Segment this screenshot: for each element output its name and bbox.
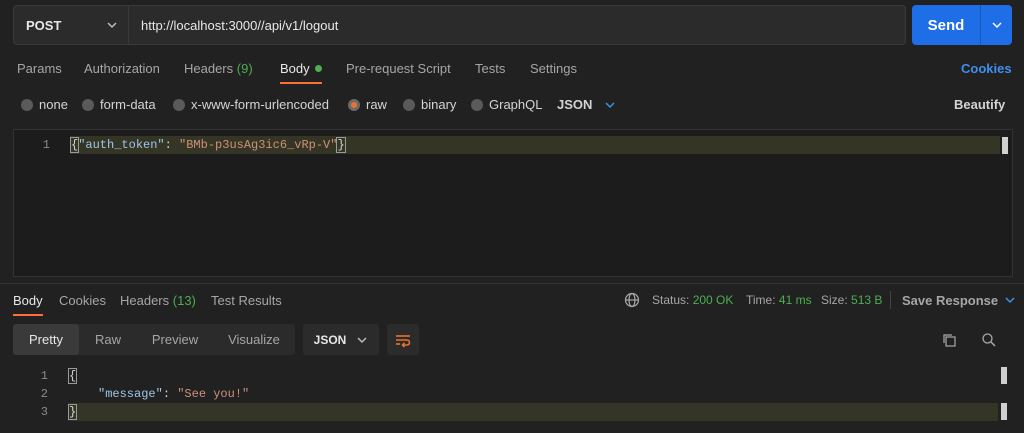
radio-urlencoded[interactable]: x-www-form-urlencoded (173, 97, 329, 112)
response-tab-test-results[interactable]: Test Results (211, 293, 282, 308)
radio-none[interactable]: none (21, 97, 68, 112)
cookies-link[interactable]: Cookies (961, 61, 1012, 76)
radio-raw[interactable]: raw (348, 97, 387, 112)
view-preview[interactable]: Preview (137, 324, 213, 355)
view-raw[interactable]: Raw (79, 324, 137, 355)
section-divider (0, 283, 1024, 284)
url-input[interactable]: http://localhost:3000//api/v1/logout (129, 5, 906, 45)
globe-icon[interactable] (624, 292, 640, 308)
line-number: 3 (40, 405, 48, 419)
radio-indicator-selected (348, 98, 360, 111)
json-close-brace: } (67, 404, 78, 420)
active-response-tab-underline (13, 314, 43, 316)
response-tab-cookies[interactable]: Cookies (59, 293, 106, 308)
headers-count: (9) (236, 61, 253, 76)
send-options-button[interactable] (981, 19, 1012, 31)
tab-settings[interactable]: Settings (530, 61, 577, 76)
response-tab-body[interactable]: Body (13, 293, 43, 308)
view-visualize[interactable]: Visualize (213, 324, 295, 355)
radio-indicator (21, 98, 33, 111)
radio-indicator (471, 98, 483, 111)
json-colon: : (162, 387, 178, 401)
scrollbar-thumb[interactable] (1001, 403, 1007, 420)
save-response-label: Save Response (902, 293, 999, 308)
status-divider (890, 291, 891, 309)
radio-none-label: none (39, 97, 68, 112)
copy-icon[interactable] (941, 332, 957, 348)
radio-binary[interactable]: binary (403, 97, 456, 112)
radio-graphql[interactable]: GraphQL (471, 97, 542, 112)
json-open-brace: { (67, 368, 78, 384)
size-value: 513 B (851, 293, 883, 307)
chevron-down-icon (1005, 297, 1015, 304)
size-label: Size: (821, 293, 848, 307)
radio-indicator (173, 98, 185, 111)
radio-binary-label: binary (421, 97, 457, 112)
tab-authorization[interactable]: Authorization (84, 61, 160, 76)
tab-pre-request-script[interactable]: Pre-request Script (346, 61, 451, 76)
search-icon[interactable] (981, 332, 997, 348)
status-readout[interactable]: Status: 200 OK (652, 293, 733, 307)
tab-headers-label: Headers (184, 61, 234, 76)
radio-form-data[interactable]: form-data (82, 97, 156, 112)
line-number: 1 (40, 369, 48, 383)
current-line-highlight (68, 403, 998, 421)
radio-urlencoded-label: x-www-form-urlencoded (191, 97, 329, 112)
radio-graphql-label: GraphQL (489, 97, 543, 112)
chevron-down-icon (605, 101, 615, 108)
tab-params[interactable]: Params (17, 61, 62, 76)
chevron-down-icon (991, 22, 1002, 29)
tab-headers[interactable]: Headers (9) (184, 61, 253, 76)
method-select[interactable]: POST (13, 5, 129, 45)
save-response-button[interactable]: Save Response (902, 293, 1016, 308)
status-value: 200 OK (692, 293, 734, 307)
time-value: 41 ms (778, 293, 812, 307)
radio-form-data-label: form-data (100, 97, 156, 112)
radio-raw-label: raw (366, 97, 387, 112)
scrollbar-thumb[interactable] (1001, 367, 1007, 384)
json-colon: : (164, 138, 180, 152)
json-key: "auth_token" (78, 138, 165, 152)
language-select[interactable]: JSON (557, 97, 616, 112)
wrap-lines-icon (396, 334, 411, 348)
response-headers-count: (13) (172, 293, 196, 308)
chevron-down-icon (357, 336, 367, 343)
scrollbar-thumb[interactable] (1002, 137, 1008, 154)
line-number: 1 (42, 138, 50, 152)
tab-tests[interactable]: Tests (475, 61, 505, 76)
json-value: "BMb-p3usAg3ic6_vRp-V" (179, 138, 338, 152)
send-label: Send (927, 16, 965, 34)
code-line: "message": "See you!" (98, 387, 249, 401)
code-line: {"auth_token": "BMb-p3usAg3ic6_vRp-V"} (69, 137, 346, 153)
method-label: POST (26, 17, 62, 33)
wrap-lines-button[interactable] (387, 324, 419, 355)
json-key: "message" (98, 387, 163, 401)
request-body-editor[interactable]: 1 {"auth_token": "BMb-p3usAg3ic6_vRp-V"} (13, 129, 1013, 277)
line-number: 2 (40, 387, 48, 401)
send-button[interactable]: Send (912, 5, 1012, 45)
beautify-link[interactable]: Beautify (954, 97, 1005, 112)
response-body-viewer[interactable]: 1 2 3 { "message": "See you!" } (0, 362, 1024, 433)
time-label: Time: (746, 293, 776, 307)
view-pretty[interactable]: Pretty (13, 324, 79, 355)
size-readout[interactable]: Size: 513 B (821, 293, 882, 307)
chevron-down-icon (107, 22, 117, 29)
language-label: JSON (557, 97, 593, 112)
response-tab-headers-label: Headers (120, 293, 170, 308)
response-tab-headers[interactable]: Headers (13) (120, 293, 196, 308)
radio-indicator (403, 98, 415, 111)
body-status-dot (315, 65, 323, 72)
url-text: http://localhost:3000//api/v1/logout (141, 17, 339, 33)
response-format-label: JSON (313, 332, 347, 347)
response-format-select[interactable]: JSON (303, 324, 379, 355)
time-readout[interactable]: Time: 41 ms (746, 293, 812, 307)
json-value: "See you!" (177, 387, 250, 401)
active-tab-underline (280, 82, 322, 84)
radio-indicator (82, 98, 94, 111)
tab-body-label: Body (280, 61, 310, 76)
status-label: Status: (652, 293, 690, 307)
tab-body[interactable]: Body (280, 61, 323, 76)
